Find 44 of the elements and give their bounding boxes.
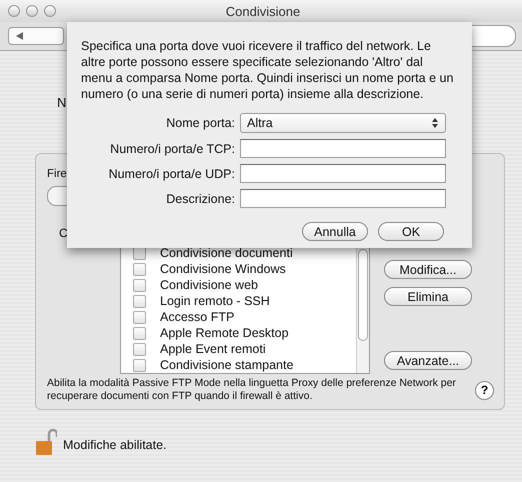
- service-row[interactable]: Condivisione stampante: [121, 357, 356, 373]
- checkbox[interactable]: [133, 278, 146, 292]
- service-row[interactable]: Condivisione web: [121, 277, 356, 293]
- back-arrow-icon[interactable]: [15, 31, 25, 41]
- input-field[interactable]: [240, 164, 446, 183]
- action-button[interactable]: Elimina: [384, 287, 472, 306]
- service-row[interactable]: Apple Event remoti: [121, 341, 356, 357]
- back-forward-control[interactable]: [8, 27, 64, 45]
- popup-menu[interactable]: Altra: [240, 113, 446, 133]
- lock-status-text: Modifiche abilitate.: [63, 438, 167, 452]
- checkbox[interactable]: [133, 326, 146, 340]
- close-icon[interactable]: [8, 5, 20, 17]
- minimize-icon[interactable]: [26, 5, 38, 17]
- service-row[interactable]: Accesso FTP: [121, 309, 356, 325]
- dialog-button[interactable]: Annulla: [302, 222, 368, 241]
- checkbox[interactable]: [133, 262, 146, 276]
- field-label: Numero/i porta/e TCP:: [109, 142, 235, 156]
- help-button[interactable]: ?: [475, 380, 494, 400]
- dialog-button[interactable]: OK: [378, 222, 444, 241]
- service-row[interactable]: Login remoto - SSH: [121, 293, 356, 309]
- stepper-arrows-icon: [429, 117, 441, 129]
- advanced-button[interactable]: Avanzate...: [384, 351, 472, 370]
- field-label: Descrizione:: [165, 192, 235, 206]
- field-label: Numero/i porta/e UDP:: [108, 166, 235, 180]
- service-row[interactable]: Apple Remote Desktop: [121, 325, 356, 341]
- input-field[interactable]: [240, 189, 446, 208]
- checkbox[interactable]: [133, 294, 146, 308]
- checkbox[interactable]: [133, 310, 146, 324]
- scroll-thumb[interactable]: [358, 249, 368, 341]
- dialog-message: Specifica una porta dove vuoi ricevere il traffico del network. Le altre porte possono essere specificate selezionando 'Altro' dal menu a comparsa Nome porta. Quindi inserisci un nome porta e un numero (o una serie di numeri porta) insieme alla descrizione.: [81, 38, 454, 102]
- checkbox[interactable]: [133, 342, 146, 356]
- input-field[interactable]: [240, 139, 446, 158]
- padlock-icon[interactable]: [35, 428, 57, 456]
- group-label: Fire: [47, 168, 67, 180]
- service-row[interactable]: Condivisione Windows: [121, 261, 356, 277]
- action-button[interactable]: Modifica...: [384, 260, 472, 279]
- window-title: Condivisione: [226, 4, 300, 18]
- scroll-bar[interactable]: [356, 245, 369, 373]
- label-fragment: C: [59, 226, 68, 240]
- checkbox[interactable]: [133, 358, 146, 372]
- note-text: Abilita la modalità Passive FTP Mode nella linguetta Proxy delle preferenze Network per recuperare documenti con FTP quando il firewall è attivo.: [47, 377, 457, 403]
- label-fragment: N: [57, 94, 66, 110]
- zoom-icon[interactable]: [44, 5, 56, 17]
- field-label: Nome porta:: [165, 116, 235, 130]
